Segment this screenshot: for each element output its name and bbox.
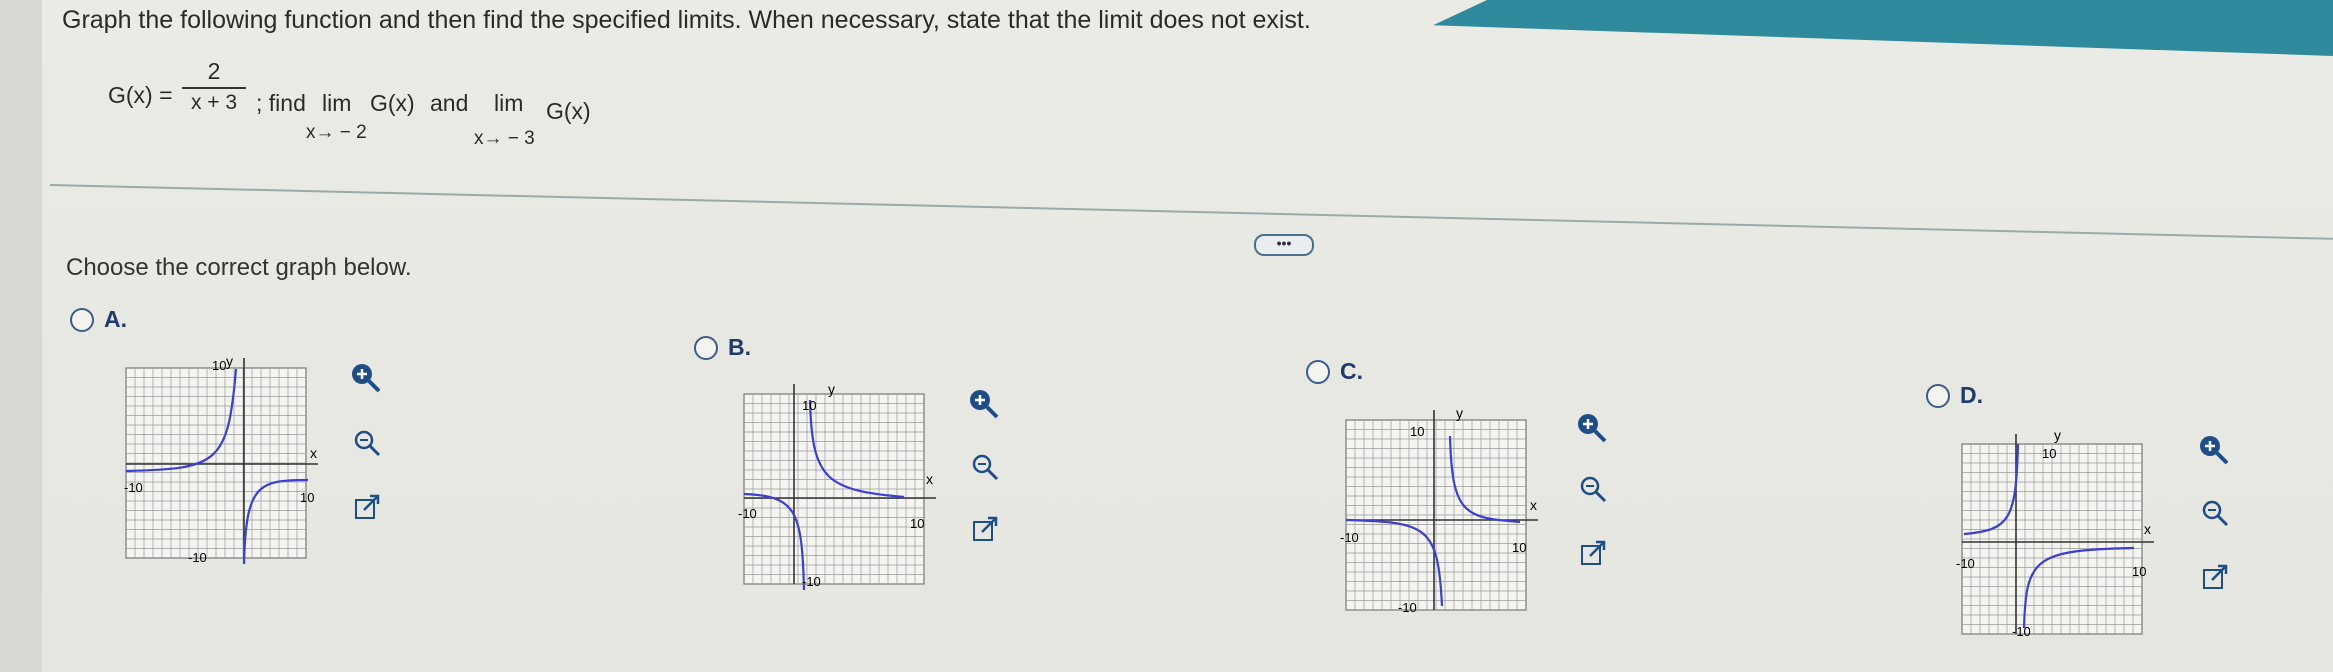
option-d-radio[interactable] bbox=[1926, 383, 1950, 408]
graph-d-y-label: y bbox=[2054, 430, 2061, 443]
section-divider bbox=[49, 184, 2333, 241]
graph-d[interactable]: 10 -10 10 -10 y x bbox=[1954, 430, 2174, 650]
limit2-sub: x→ − 3 bbox=[474, 128, 535, 149]
graph-c-y-label: y bbox=[1456, 406, 1463, 421]
graph-b-top-tick: 10 bbox=[802, 398, 816, 413]
graph-b-zoom-in-icon[interactable] bbox=[966, 386, 1000, 420]
option-c[interactable]: C. bbox=[1306, 358, 1363, 385]
limit2-lim: lim bbox=[494, 90, 524, 116]
formula-find: ; find bbox=[256, 90, 306, 116]
graph-d-right-tick: 10 bbox=[2132, 564, 2146, 579]
graph-d-left-tick: -10 bbox=[1956, 556, 1975, 571]
graph-b-zoom-out-icon[interactable] bbox=[970, 452, 1000, 482]
graph-b-x-label: x bbox=[926, 471, 933, 487]
graph-a-grid bbox=[125, 358, 318, 559]
graph-c-zoom-in-icon[interactable] bbox=[1574, 410, 1608, 444]
option-c-radio[interactable] bbox=[1306, 359, 1330, 384]
graph-b-bottom-tick: -10 bbox=[802, 574, 821, 589]
graph-d-grid bbox=[1961, 434, 2154, 635]
left-edge bbox=[0, 0, 42, 672]
graph-a-y-label: y bbox=[226, 354, 233, 369]
graph-c-grid bbox=[1345, 410, 1538, 611]
limit1-sub: x→ − 2 bbox=[306, 122, 367, 143]
limit2-expr: G(x) bbox=[546, 98, 591, 124]
option-a-label: A. bbox=[104, 306, 127, 332]
graph-a-zoom-out-icon[interactable] bbox=[352, 428, 382, 458]
graph-d-bottom-tick: -10 bbox=[2012, 624, 2031, 639]
option-b-label: B. bbox=[728, 334, 751, 360]
graph-c-popout-icon[interactable] bbox=[1578, 538, 1608, 568]
more-button[interactable]: ••• bbox=[1254, 234, 1314, 256]
limit1-expr: G(x) bbox=[370, 90, 415, 116]
graph-d-popout-icon[interactable] bbox=[2200, 562, 2230, 592]
limit1-lim: lim bbox=[322, 90, 352, 116]
formula-lhs: G(x) = bbox=[108, 82, 173, 108]
graph-a-zoom-in-icon[interactable] bbox=[348, 360, 382, 394]
graph-c[interactable]: 10 -10 10 -10 y x bbox=[1338, 406, 1558, 626]
graph-a-top-tick: 10 bbox=[212, 358, 226, 373]
graph-c-bottom-tick: -10 bbox=[1398, 600, 1417, 615]
graph-d-x-label: x bbox=[2144, 521, 2151, 537]
graph-a-popout-icon[interactable] bbox=[352, 492, 382, 522]
fraction-numerator: 2 bbox=[207, 58, 221, 84]
formula-and: and bbox=[430, 90, 469, 116]
graph-b-right-tick: 10 bbox=[910, 516, 924, 531]
option-c-label: C. bbox=[1340, 358, 1363, 384]
graph-a-left-tick: -10 bbox=[124, 480, 143, 495]
choose-prompt: Choose the correct graph below. bbox=[66, 254, 412, 281]
graph-a-x-label: x bbox=[310, 445, 317, 461]
option-a-radio[interactable] bbox=[70, 307, 94, 332]
option-d-label: D. bbox=[1960, 382, 1983, 408]
fraction-denominator: x + 3 bbox=[190, 91, 238, 114]
graph-c-x-label: x bbox=[1530, 497, 1537, 513]
header-band bbox=[1433, 0, 2333, 56]
graph-b[interactable]: 10 -10 10 -10 y x bbox=[736, 380, 956, 600]
graph-a-bottom-tick: -10 bbox=[188, 550, 207, 565]
graph-c-left-tick: -10 bbox=[1340, 530, 1359, 545]
graph-d-zoom-in-icon[interactable] bbox=[2196, 432, 2230, 466]
graph-c-right-tick: 10 bbox=[1512, 540, 1526, 555]
graph-a[interactable]: 10 -10 10 -10 y x bbox=[118, 354, 338, 574]
graph-a-right-tick: 10 bbox=[300, 490, 314, 505]
graph-b-popout-icon[interactable] bbox=[970, 514, 1000, 544]
question-text: Graph the following function and then fi… bbox=[62, 6, 1311, 34]
fraction: 2 x + 3 bbox=[182, 58, 246, 115]
graph-c-zoom-out-icon[interactable] bbox=[1578, 474, 1608, 504]
graph-b-y-label: y bbox=[828, 381, 835, 397]
fraction-bar bbox=[182, 87, 246, 89]
graph-d-top-tick: 10 bbox=[2042, 446, 2056, 461]
option-d[interactable]: D. bbox=[1926, 382, 1983, 409]
graph-b-left-tick: -10 bbox=[738, 506, 757, 521]
graph-d-zoom-out-icon[interactable] bbox=[2200, 498, 2230, 528]
option-b-radio[interactable] bbox=[694, 335, 718, 360]
graph-c-top-tick: 10 bbox=[1410, 424, 1424, 439]
option-b[interactable]: B. bbox=[694, 334, 751, 361]
option-a[interactable]: A. bbox=[70, 306, 127, 333]
